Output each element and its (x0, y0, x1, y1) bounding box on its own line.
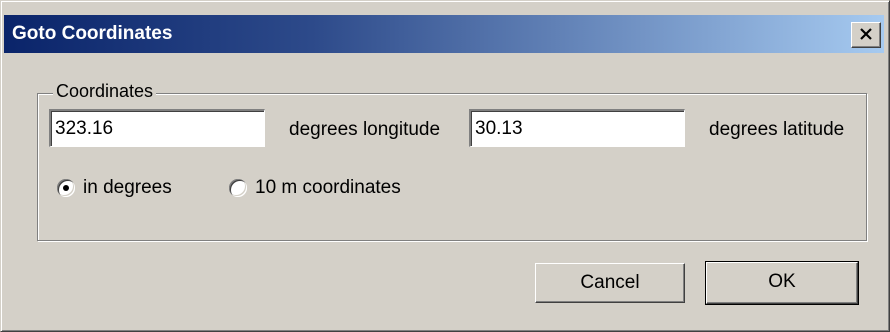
close-icon (860, 28, 872, 40)
goto-coordinates-dialog: Goto Coordinates Coordinates degrees lon… (0, 0, 890, 332)
cancel-button[interactable]: Cancel (535, 263, 685, 303)
radio-10m-coordinates-control[interactable] (229, 179, 247, 197)
longitude-unit-label: degrees longitude (289, 119, 441, 140)
coordinates-group-label: Coordinates (53, 81, 157, 102)
close-button[interactable] (851, 22, 881, 48)
radio-selected-dot (63, 185, 69, 191)
window-title: Goto Coordinates (12, 23, 173, 44)
title-bar[interactable]: Goto Coordinates (4, 15, 884, 53)
radio-10m-coordinates[interactable]: 10 m coordinates (229, 177, 401, 199)
latitude-input[interactable] (469, 109, 685, 147)
radio-in-degrees-label[interactable]: in degrees (83, 177, 172, 199)
latitude-unit-label: degrees latitude (709, 119, 845, 140)
longitude-input[interactable] (49, 109, 265, 147)
radio-in-degrees[interactable]: in degrees (57, 177, 172, 199)
radio-in-degrees-control[interactable] (57, 179, 75, 197)
radio-10m-coordinates-label[interactable]: 10 m coordinates (255, 177, 401, 199)
ok-button-label: OK (768, 271, 796, 292)
ok-button[interactable]: OK (705, 261, 859, 305)
